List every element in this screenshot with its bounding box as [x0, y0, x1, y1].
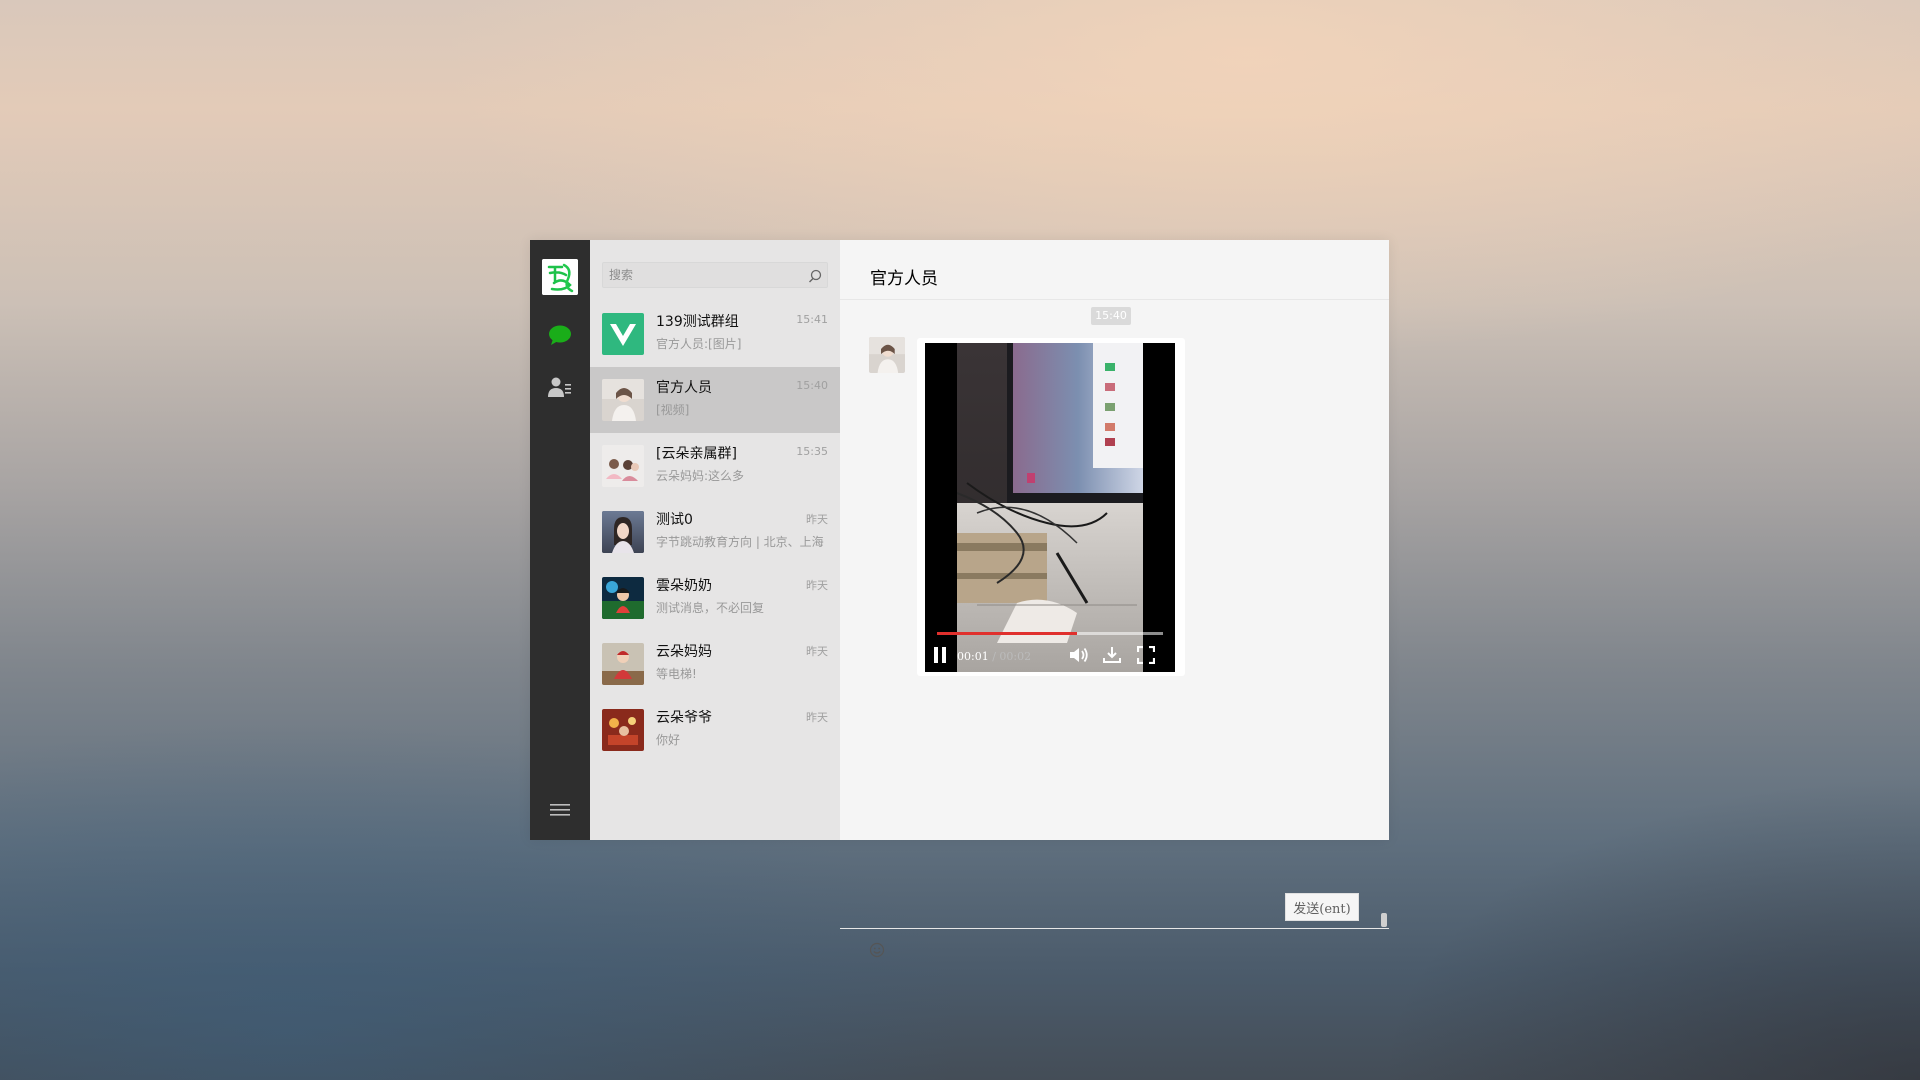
conversation-preview: 云朵妈妈:这么多 [656, 469, 745, 483]
conversation-time: 昨天 [806, 645, 828, 658]
conversation-name: 139测试群组 [656, 314, 739, 330]
search-box [602, 262, 828, 288]
hamburger-menu-icon[interactable] [550, 802, 570, 822]
video-message-bubble: 00:01 / 00:02 [917, 338, 1185, 676]
conversation-item-active[interactable]: 官方人员 15:40 [视频] [590, 367, 840, 433]
conversation-time: 15:35 [796, 445, 828, 458]
conversation-list-panel: 139测试群组 15:41 官方人员:[图片] 官方人员 15:40 [视频] [590, 240, 840, 840]
conversation-time: 15:41 [796, 313, 828, 326]
conversation-item[interactable]: 云朵妈妈 昨天 等电梯! [590, 631, 840, 697]
conversation-time: 昨天 [806, 513, 828, 526]
video-timecode: 00:01 / 00:02 [957, 650, 1031, 663]
video-player[interactable]: 00:01 / 00:02 [925, 343, 1175, 672]
conversation-preview: 官方人员:[图片] [656, 337, 742, 351]
video-duration: 00:02 [999, 650, 1032, 663]
conversation-preview: 测试消息，不必回复 [656, 601, 765, 615]
download-icon[interactable] [1103, 646, 1121, 668]
chat-header: 官方人员 [840, 240, 1389, 300]
search-input[interactable] [603, 263, 799, 287]
conversation-preview: 你好 [656, 733, 681, 747]
conversation-preview: [视频] [656, 403, 690, 417]
video-controls: 00:01 / 00:02 [925, 624, 1175, 672]
conversation-name: 云朵妈妈 [656, 644, 712, 660]
conversation-list: 139测试群组 15:41 官方人员:[图片] 官方人员 15:40 [视频] [590, 301, 840, 763]
message-input[interactable] [869, 969, 1373, 1033]
message-editor: 发送(ent) [840, 893, 1389, 1033]
video-progress-fill [937, 632, 1078, 635]
conversation-item[interactable]: 测试0 昨天 字节跳动教育方向 | 北京、上海 [590, 499, 840, 565]
conversation-name: 测试0 [656, 512, 693, 528]
conversation-item[interactable]: 云朵爷爷 昨天 你好 [590, 697, 840, 763]
portrait-photo-avatar [602, 511, 644, 553]
left-nav [530, 240, 590, 840]
conversation-name: 雲朵奶奶 [656, 578, 712, 594]
chat-app-window: 139测试群组 15:41 官方人员:[图片] 官方人员 15:40 [视频] [530, 240, 1389, 1033]
conversation-item[interactable]: 雲朵奶奶 昨天 测试消息，不必回复 [590, 565, 840, 631]
conversation-name: [云朵亲属群] [656, 446, 737, 462]
message-time-badge: 15:40 [1091, 307, 1131, 325]
child-photo-avatar [602, 643, 644, 685]
volume-icon[interactable] [1069, 646, 1089, 668]
chat-bubble-icon[interactable] [548, 324, 572, 350]
send-button[interactable]: 发送(ent) [1285, 893, 1359, 921]
contacts-icon[interactable] [548, 375, 572, 403]
conversation-time: 昨天 [806, 579, 828, 592]
conversation-name: 云朵爷爷 [656, 710, 712, 726]
emoji-icon[interactable] [869, 942, 885, 962]
group-photo-avatar [602, 445, 644, 487]
video-current-time: 00:01 [957, 650, 989, 663]
message-scrollbar[interactable] [1381, 913, 1387, 927]
search-icon[interactable] [808, 268, 822, 287]
video-progress-bar[interactable] [937, 632, 1163, 635]
warm-photo-avatar [602, 709, 644, 751]
conversation-time: 15:40 [796, 379, 828, 392]
conversation-time: 昨天 [806, 711, 828, 724]
conversation-item[interactable]: 139测试群组 15:41 官方人员:[图片] [590, 301, 840, 367]
person-photo-avatar [602, 379, 644, 421]
conversation-preview: 等电梯! [656, 667, 697, 681]
message-area[interactable]: 15:40 00:01 / 00:02 [840, 300, 1389, 928]
vue-logo-avatar [602, 313, 644, 355]
conversation-name: 官方人员 [656, 380, 712, 396]
conversation-preview: 字节跳动教育方向 | 北京、上海 [656, 535, 824, 549]
pause-icon[interactable] [933, 646, 947, 668]
chat-title: 官方人员 [870, 269, 938, 289]
chat-panel: 官方人员 15:40 00:01 / 00:02 发送(ent) [840, 240, 1389, 1033]
my-avatar[interactable] [542, 259, 578, 295]
video-frame [957, 343, 1143, 672]
conversation-item[interactable]: [云朵亲属群] 15:35 云朵妈妈:这么多 [590, 433, 840, 499]
sender-avatar[interactable] [869, 337, 905, 373]
video-time-separator: / [988, 650, 1000, 663]
fullscreen-icon[interactable] [1136, 645, 1156, 668]
anime-photo-avatar [602, 577, 644, 619]
